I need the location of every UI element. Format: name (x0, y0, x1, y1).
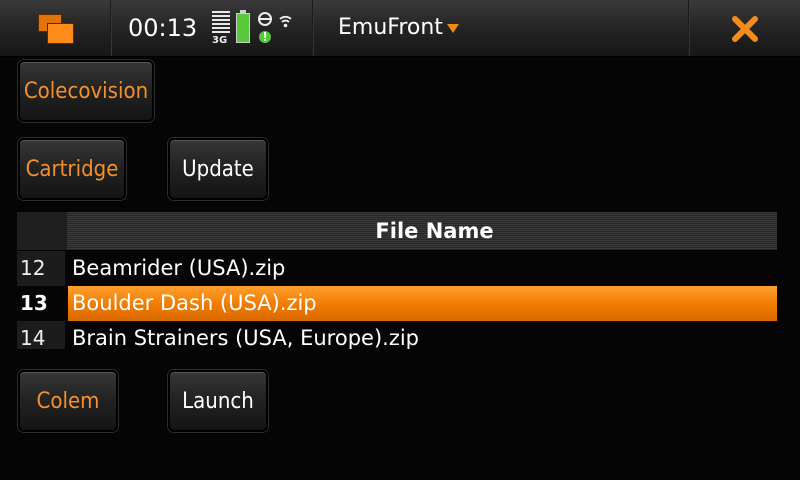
clock: 00:13 (128, 14, 198, 42)
app-title[interactable]: EmuFront (338, 15, 443, 40)
task-switcher-front-window (47, 23, 74, 44)
launch-button[interactable]: Launch (168, 370, 268, 432)
update-button[interactable]: Update (168, 138, 268, 200)
row-number: 13 (17, 286, 65, 321)
table-row[interactable]: 14 Brain Strainers (USA, Europe).zip (17, 321, 777, 349)
network-type-label: 3G (212, 35, 228, 46)
divider (110, 0, 112, 56)
dropdown-arrow-icon[interactable] (447, 24, 459, 33)
table-row-selected[interactable]: 13 Boulder Dash (USA).zip (17, 286, 777, 321)
file-name: Boulder Dash (USA).zip (68, 286, 777, 321)
media-type-button[interactable]: Cartridge (18, 138, 126, 200)
column-header-file-name[interactable]: File Name (17, 219, 777, 243)
close-icon (732, 16, 758, 42)
task-switcher-icon[interactable] (38, 14, 76, 44)
close-button[interactable] (690, 0, 800, 56)
battery-icon (236, 10, 250, 44)
emulator-button[interactable]: Colem (18, 370, 118, 432)
connection-status-icon (258, 12, 292, 43)
row-number: 12 (17, 251, 65, 286)
status-bar: 00:13 3G EmuFront (0, 0, 800, 57)
row-number: 14 (17, 321, 65, 349)
table-row[interactable]: 12 Beamrider (USA).zip (17, 251, 777, 286)
table-header: File Name (17, 212, 777, 251)
platform-button[interactable]: Colecovision (18, 60, 154, 122)
signal-strength-icon (212, 11, 230, 35)
file-table: File Name 12 Beamrider (USA).zip 13 Boul… (17, 212, 777, 349)
file-name: Beamrider (USA).zip (72, 256, 286, 280)
divider (312, 0, 314, 56)
file-name: Brain Strainers (USA, Europe).zip (72, 326, 420, 349)
